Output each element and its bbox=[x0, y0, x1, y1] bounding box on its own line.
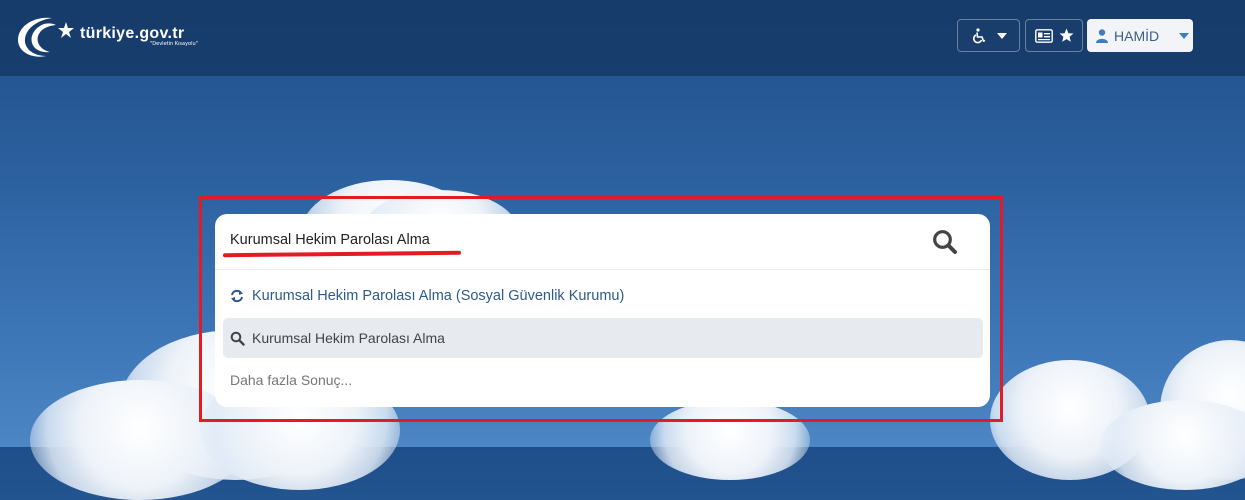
wheelchair-icon bbox=[972, 27, 985, 43]
user-icon bbox=[1096, 28, 1108, 43]
suggestion-item-search[interactable]: Kurumsal Hekim Parolası Alma bbox=[223, 318, 983, 358]
search-panel: Kurumsal Hekim Parolası Alma Kurumsal He… bbox=[215, 214, 990, 407]
chevron-down-icon bbox=[996, 32, 1007, 39]
refresh-icon bbox=[231, 289, 243, 303]
star-icon bbox=[1059, 28, 1073, 42]
user-name: HAMİD bbox=[1114, 27, 1160, 44]
accessibility-menu-button[interactable] bbox=[957, 19, 1020, 52]
top-navigation-bar: türkiye.gov.tr "Devletin Kısayolu" HAMİD bbox=[0, 0, 1245, 76]
suggestion-item-service[interactable]: Kurumsal Hekim Parolası Alma (Sosyal Güv… bbox=[230, 288, 624, 304]
suggestion-label: Kurumsal Hekim Parolası Alma bbox=[252, 330, 445, 346]
id-card-icon bbox=[1034, 28, 1053, 43]
annotation-underline bbox=[222, 250, 462, 258]
chevron-down-icon bbox=[1179, 32, 1190, 39]
suggestion-label: Kurumsal Hekim Parolası Alma (Sosyal Güv… bbox=[252, 288, 625, 304]
search-icon bbox=[230, 331, 245, 346]
logo-tagline: "Devletin Kısayolu" bbox=[150, 41, 198, 47]
search-submit-button[interactable] bbox=[931, 228, 959, 256]
user-menu-button[interactable]: HAMİD bbox=[1087, 19, 1193, 52]
crescent-star-logo-icon bbox=[18, 17, 74, 57]
site-logo[interactable]: türkiye.gov.tr "Devletin Kısayolu" bbox=[14, 12, 198, 60]
more-results-link[interactable]: Daha fazla Sonuç... bbox=[230, 372, 352, 388]
id-and-favorites-button[interactable] bbox=[1025, 19, 1083, 52]
search-input[interactable]: Kurumsal Hekim Parolası Alma bbox=[230, 232, 430, 248]
divider bbox=[215, 269, 990, 270]
search-icon bbox=[933, 230, 957, 254]
